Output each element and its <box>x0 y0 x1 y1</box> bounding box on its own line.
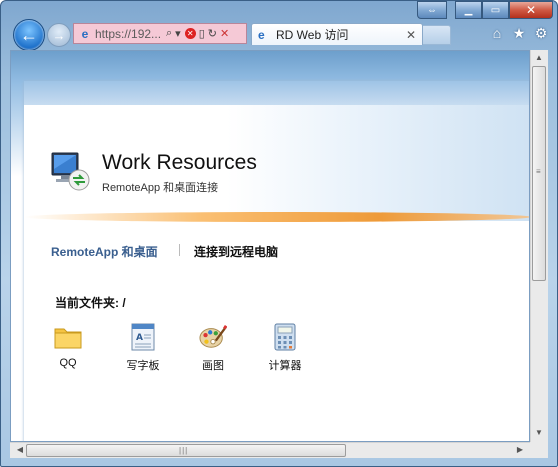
forward-button[interactable]: → <box>47 23 71 47</box>
tab-title: RD Web 访问 <box>276 28 349 42</box>
forward-arrow-icon: → <box>52 27 66 43</box>
page-title: Work Resources <box>102 151 257 174</box>
remoteapp-logo-icon <box>51 152 90 191</box>
address-url[interactable]: https://192... <box>95 27 163 41</box>
browser-tab[interactable]: e RD Web 访问 ✕ <box>251 23 423 45</box>
calculator-icon <box>271 323 299 351</box>
vertical-scrollbar[interactable]: ▲ ≡ ▼ <box>530 50 548 442</box>
compatibility-view-icon[interactable]: ▯ <box>199 27 205 40</box>
nav-separator <box>179 244 180 256</box>
back-arrow-icon: ← <box>20 24 38 45</box>
scroll-right-icon[interactable]: ▶ <box>512 445 528 454</box>
minimize-button[interactable]: ▁ <box>455 1 482 19</box>
maximize-button[interactable]: ▭ <box>482 1 509 19</box>
app-label: 计算器 <box>268 360 302 372</box>
folder-icon <box>54 323 82 351</box>
tab-close-icon[interactable]: ✕ <box>406 28 416 42</box>
refresh-icon[interactable]: ↻ <box>208 27 217 40</box>
paint-icon <box>199 323 227 351</box>
header-banner <box>24 81 529 221</box>
favorites-star-icon[interactable]: ★ <box>511 25 527 41</box>
vertical-scroll-thumb[interactable]: ≡ <box>532 66 546 281</box>
ie-page-icon: e <box>81 26 89 41</box>
horizontal-scrollbar[interactable]: ◀ ||| ▶ <box>10 442 530 458</box>
new-tab-button[interactable] <box>423 25 451 45</box>
horizontal-scroll-thumb[interactable]: ||| <box>26 444 346 457</box>
app-label: QQ <box>59 357 77 369</box>
app-label: 写字板 <box>126 360 160 372</box>
restore-window-button[interactable]: ⇔ <box>417 1 447 19</box>
app-paint[interactable]: 画图 <box>178 323 248 373</box>
stop-icon[interactable]: ✕ <box>220 27 229 40</box>
page-viewport: Work Resources RemoteApp 和桌面连接 RemoteApp… <box>10 50 530 442</box>
home-icon[interactable]: ⌂ <box>489 25 505 41</box>
scroll-up-icon[interactable]: ▲ <box>531 53 547 62</box>
app-wordpad[interactable]: A 写字板 <box>108 323 178 373</box>
dropdown-icon[interactable]: ▾ <box>175 27 181 40</box>
maximize-icon: ▭ <box>490 4 501 16</box>
wordpad-icon: A <box>129 323 157 351</box>
grip-icon: ≡ <box>536 167 542 176</box>
browser-window: ⇔ ▁ ▭ ✕ ← → e https://192... ⌕ ▾ ✕ ▯ ↻ ✕… <box>0 0 558 467</box>
page-subtitle: RemoteApp 和桌面连接 <box>102 182 219 194</box>
close-icon: ✕ <box>525 3 537 17</box>
app-calculator[interactable]: 计算器 <box>250 323 320 373</box>
scrollbar-corner <box>530 442 548 458</box>
search-icon[interactable]: ⌕ <box>166 27 172 40</box>
double-arrow-icon: ⇔ <box>427 4 437 16</box>
minimize-icon: ▁ <box>464 4 473 16</box>
back-button[interactable]: ← <box>13 19 45 51</box>
close-window-button[interactable]: ✕ <box>509 1 553 19</box>
app-label: 画图 <box>202 360 224 372</box>
nav-connect-remote-pc[interactable]: 连接到远程电脑 <box>194 243 278 260</box>
certificate-error-icon[interactable]: ✕ <box>184 28 196 39</box>
current-folder-label: 当前文件夹: / <box>55 296 126 310</box>
orange-divider <box>24 212 529 222</box>
scroll-down-icon[interactable]: ▼ <box>531 428 547 437</box>
address-bar[interactable]: e https://192... ⌕ ▾ ✕ ▯ ↻ ✕ <box>73 23 247 44</box>
ie-tab-icon: e <box>258 27 265 42</box>
svg-text:A: A <box>136 333 143 343</box>
rdweb-card: Work Resources RemoteApp 和桌面连接 RemoteApp… <box>24 81 529 441</box>
nav-remoteapp-desktop[interactable]: RemoteApp 和桌面 <box>51 243 158 260</box>
tools-gear-icon[interactable]: ⚙ <box>533 25 549 41</box>
grip-icon: ||| <box>179 446 189 455</box>
app-qq[interactable]: QQ <box>33 323 103 369</box>
